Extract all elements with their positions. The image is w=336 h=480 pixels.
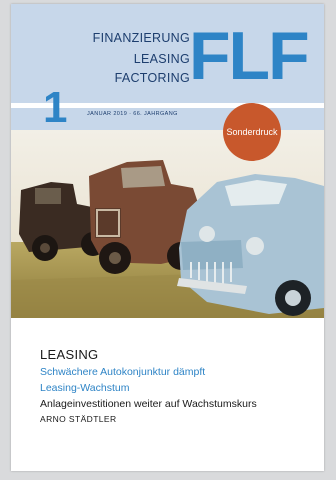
issue-date: JANUAR 2019 · 66. JAHRGANG [87,111,178,117]
article-section: LEASING [40,347,99,362]
magazine-cover: FINANZIERUNG LEASING FACTORING FLF 1 JAN… [11,4,324,471]
masthead: FINANZIERUNG LEASING FACTORING FLF 1 JAN… [11,4,324,130]
article-headline-line-1: Schwächere Autokonjunktur dämpft [40,366,206,378]
cover-photo [11,130,324,318]
vintage-cars-image [11,130,324,318]
sonderdruck-label: Sonderdruck [226,127,278,137]
cover-article: LEASING Schwächere Autokonjunktur dämpft… [40,347,310,427]
article-subline: Anlageinvestitionen weiter auf Wachstums… [40,398,257,410]
issue-number: 1 [43,83,68,132]
masthead-line-factoring: FACTORING [114,71,190,85]
masthead-line-finanzierung: FINANZIERUNG [92,31,190,45]
article-headline-line-2: Leasing-Wachstum [40,382,130,394]
article-author: ARNO STÄDTLER [40,414,117,424]
masthead-line-leasing: LEASING [133,52,190,66]
flf-logo: FLF [189,18,310,94]
sonderdruck-badge: Sonderdruck [223,103,281,161]
